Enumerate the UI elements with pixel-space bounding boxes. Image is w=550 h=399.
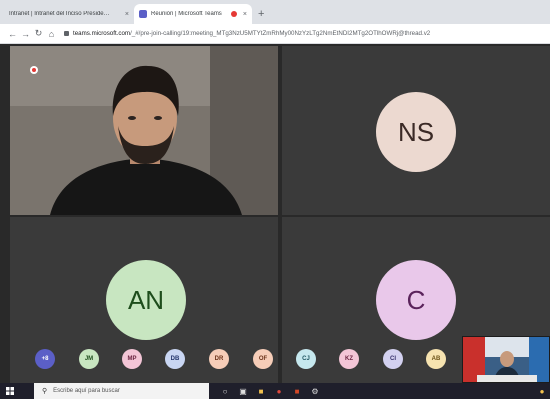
new-tab-button[interactable]: + [258,4,264,24]
settings-icon[interactable]: ⚙ [307,383,323,399]
self-video-feed [463,337,549,382]
participant-initials: JM [84,356,94,362]
powerpoint-icon[interactable]: ■ [289,383,305,399]
browser-tab-strip: Intranet | Intranet del Inciso Preside… … [0,0,550,24]
participant-avatar[interactable]: OF [253,349,273,369]
participant-avatar[interactable]: AB [426,349,446,369]
participant-initials: NS [397,116,435,147]
url-host: teams.microsoft.com [73,30,131,37]
participant-video-tile[interactable] [10,46,278,215]
url-path: /_#/pre-join-calling/19:meeting_MTg3NzU5… [130,30,431,37]
screen: Intranet | Intranet del Inciso Preside… … [0,0,550,399]
address-bar[interactable]: teams.microsoft.com /_#/pre-join-calling… [64,30,430,37]
close-tab-icon[interactable]: × [243,11,247,18]
participant-avatar: NS [376,92,456,172]
participant-avatar[interactable]: MP [122,349,142,369]
tab-label: Intranet | Intranet del Inciso Preside… [9,11,110,17]
participant-avatar[interactable]: CI [383,349,403,369]
tab-label: Reunión | Microsoft Teams [151,11,222,17]
participant-avatar[interactable]: DB [165,349,185,369]
participant-initials: AN [127,284,165,315]
reload-icon[interactable]: ↻ [32,28,45,39]
browser-toolbar: ← → ↻ ⌂ teams.microsoft.com /_#/pre-join… [0,24,550,44]
participant-initials: KZ [345,356,353,362]
close-tab-icon[interactable]: × [125,11,129,18]
meeting-stage: NS AN C [0,44,550,383]
task-view-icon[interactable]: ▣ [235,383,251,399]
participant-initials: DB [170,356,180,362]
participant-initials: DR [214,356,224,362]
chrome-icon[interactable]: ● [271,383,287,399]
participant-initials: CI [390,356,396,362]
participant-avatar: C [376,260,456,340]
search-icon: ⚲ [42,388,48,395]
recording-icon [230,11,237,17]
participant-avatar[interactable]: JM [79,349,99,369]
participant-initials: OF [258,356,268,362]
search-placeholder: Escribe aquí para buscar [53,388,120,394]
video-feed [10,46,278,215]
tab-teams[interactable]: Reunión | Microsoft Teams × [134,4,252,24]
taskbar: ⚲ Escribe aquí para buscar ○ ▣ ■ ● ■ ⚙ ● [0,383,550,399]
participant-initials: AB [431,356,441,362]
tray-notification-icon[interactable]: ● [534,383,550,399]
participant-initials: C [406,284,426,315]
teams-icon [139,10,147,18]
back-icon[interactable]: ← [6,29,19,39]
participant-avatar[interactable]: KZ [339,349,359,369]
participant-avatar[interactable]: CJ [296,349,316,369]
participant-initials: MP [127,356,137,362]
recording-indicator-icon [30,66,38,74]
lock-icon [64,31,69,36]
more-participants-button[interactable]: +8 [35,349,55,369]
participant-avatar: AN [106,260,186,340]
file-explorer-icon[interactable]: ■ [253,383,269,399]
forward-icon[interactable]: → [19,29,32,39]
participant-initials: CJ [302,356,310,362]
windows-start-icon[interactable] [0,383,20,399]
self-view-video[interactable] [462,336,550,383]
participant-tile[interactable]: NS [282,46,550,215]
participant-avatar[interactable]: DR [209,349,229,369]
participant-initials: +8 [41,356,49,362]
taskbar-search-input[interactable]: ⚲ Escribe aquí para buscar [34,383,209,399]
home-icon[interactable]: ⌂ [45,29,58,39]
cortana-icon[interactable]: ○ [217,383,233,399]
tab-intranet[interactable]: Intranet | Intranet del Inciso Preside… … [4,4,134,24]
